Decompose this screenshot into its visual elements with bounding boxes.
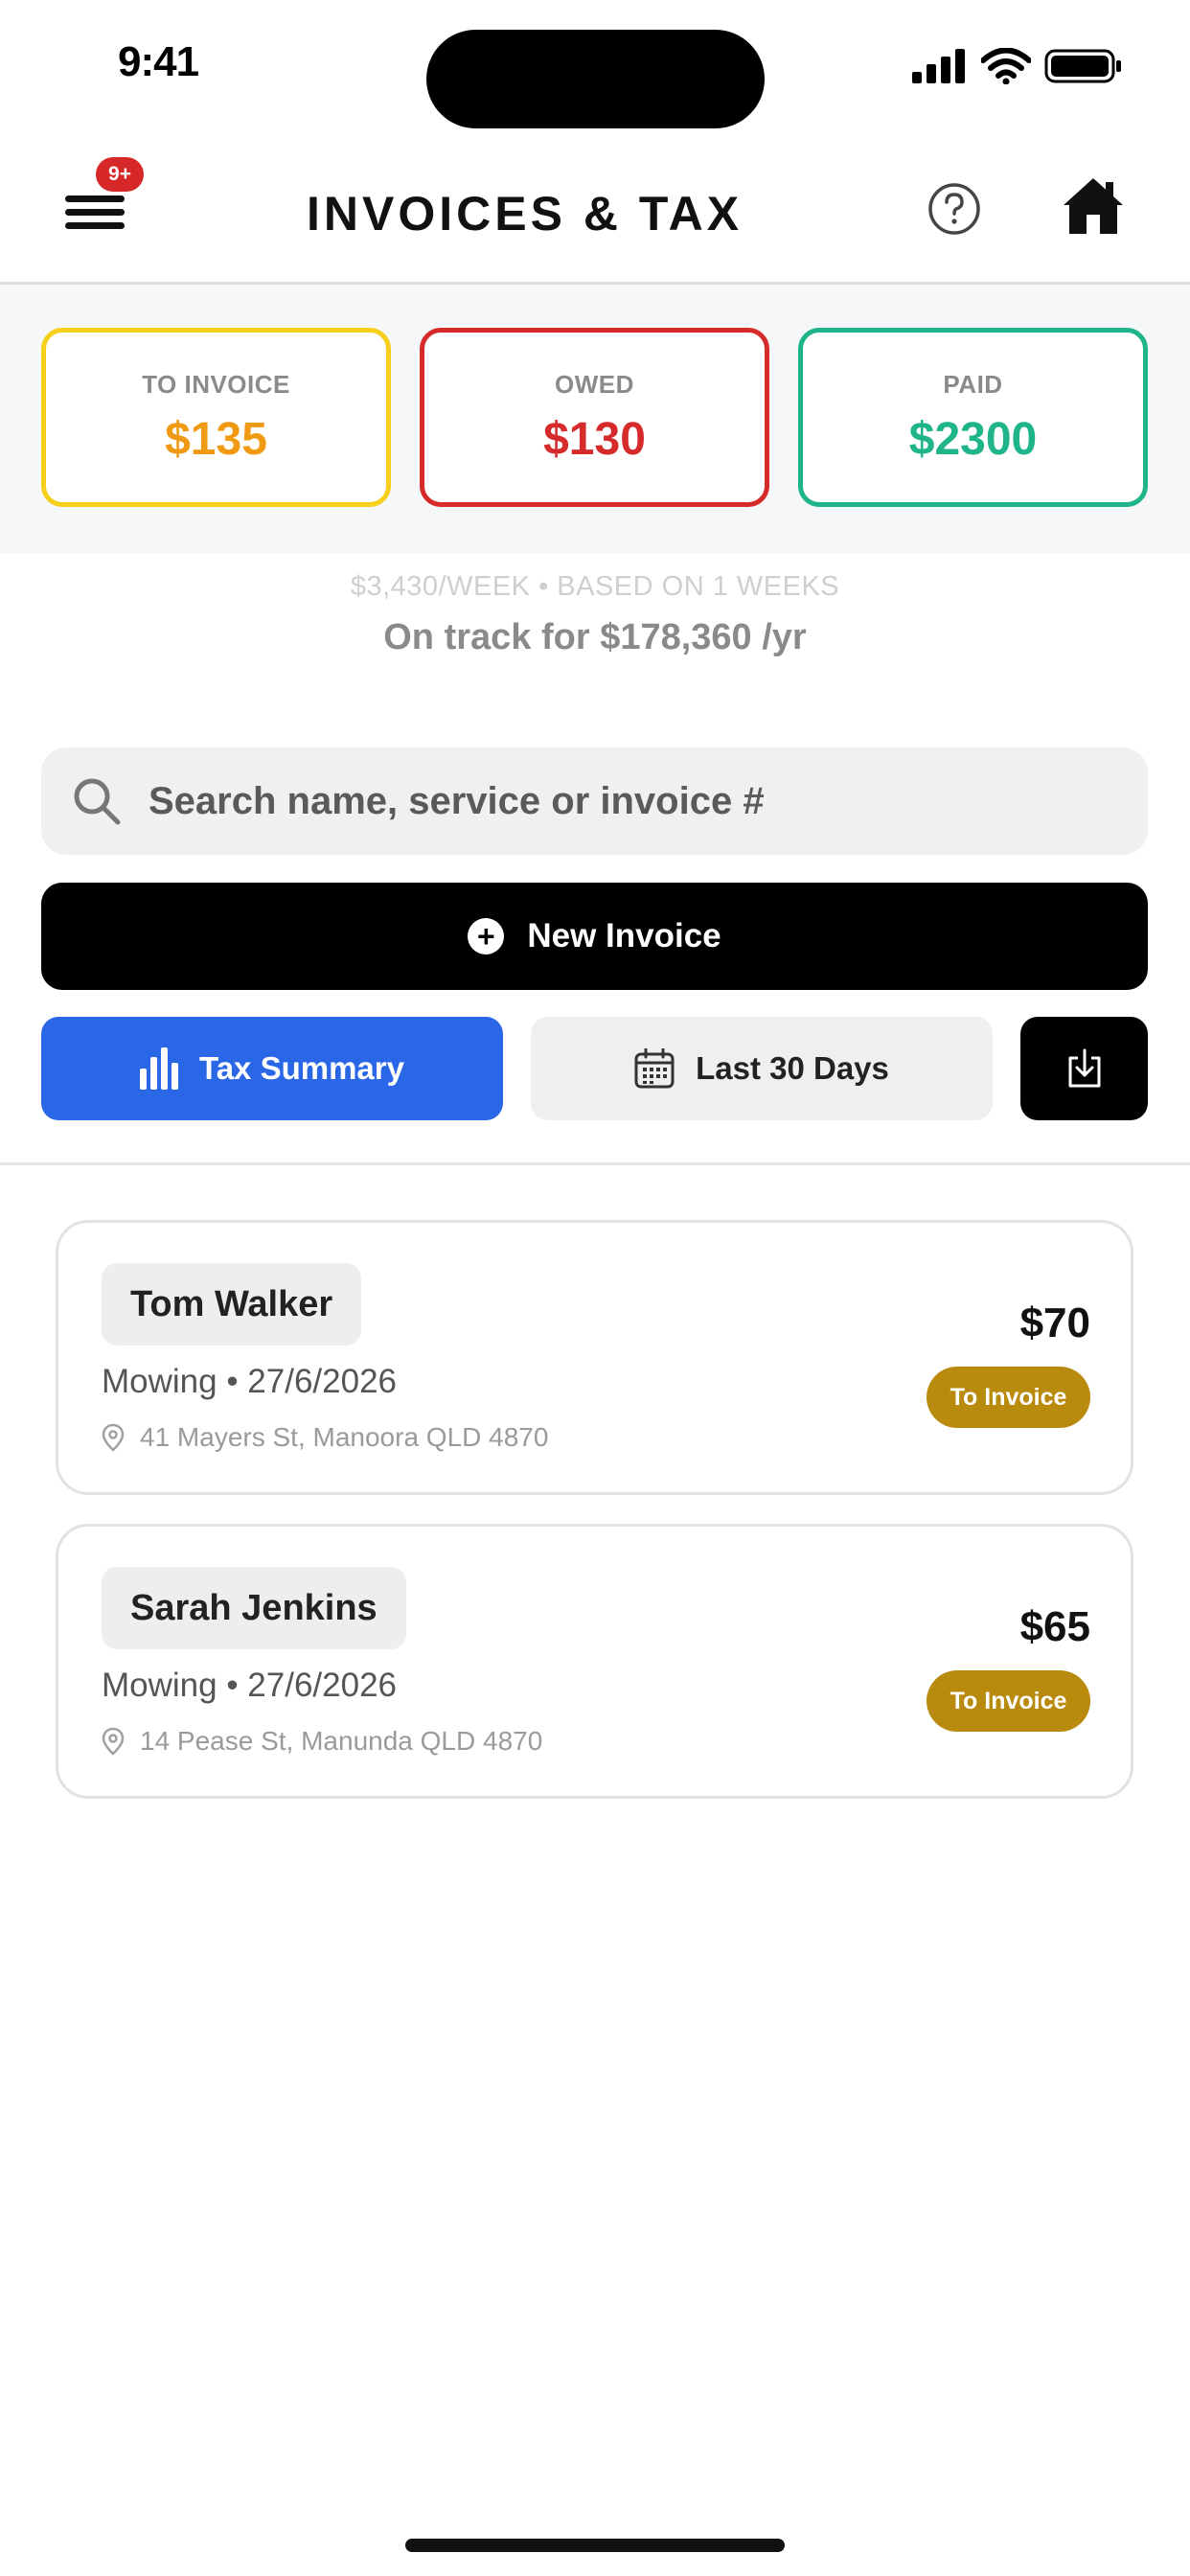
address-row: 14 Pease St, Manunda QLD 4870 — [102, 1726, 542, 1757]
stat-label: PAID — [943, 369, 1003, 399]
location-pin-icon — [102, 1423, 125, 1452]
search-bar[interactable] — [41, 748, 1148, 855]
bar-chart-icon — [140, 1047, 178, 1090]
stat-card-to-invoice[interactable]: TO INVOICE $135 — [41, 328, 391, 507]
status-badge[interactable]: To Invoice — [927, 1670, 1090, 1732]
page-title: INVOICES & TAX — [307, 187, 744, 241]
invoice-card[interactable]: Tom Walker Mowing • 27/6/2026 41 Mayers … — [56, 1220, 1133, 1495]
stat-value: $130 — [543, 413, 646, 465]
export-button[interactable] — [1020, 1017, 1148, 1120]
location-pin-icon — [102, 1727, 125, 1756]
client-name: Tom Walker — [102, 1263, 362, 1346]
dynamic-island — [426, 30, 765, 128]
invoices-screen: 9:41 9+ INVOICES & TAX TO INVOICE $135 O… — [0, 0, 1190, 2576]
stat-value: $135 — [165, 413, 267, 465]
help-circle-icon — [928, 183, 980, 235]
date-range-button[interactable]: Last 30 Days — [531, 1017, 993, 1120]
status-badge[interactable]: To Invoice — [927, 1367, 1090, 1428]
download-icon — [1068, 1048, 1100, 1088]
invoice-card[interactable]: Sarah Jenkins Mowing • 27/6/2026 14 Peas… — [56, 1524, 1133, 1799]
annual-projection-text: On track for $178,360 /yr — [383, 617, 807, 657]
stat-card-owed[interactable]: OWED $130 — [420, 328, 769, 507]
app-header: 9+ INVOICES & TAX — [0, 134, 1190, 285]
notification-badge: 9+ — [96, 157, 144, 192]
home-indicator[interactable] — [405, 2539, 785, 2552]
stat-label: OWED — [555, 369, 634, 399]
help-button[interactable] — [927, 182, 981, 236]
home-button[interactable] — [1060, 172, 1127, 240]
weekly-rate-text: $3,430/WEEK • BASED ON 1 WEEKS — [350, 571, 840, 602]
search-input[interactable] — [149, 779, 1107, 823]
tax-summary-button[interactable]: Tax Summary — [41, 1017, 503, 1120]
cellular-signal-icon — [912, 49, 965, 83]
summary-band: TO INVOICE $135 OWED $130 PAID $2300 — [0, 285, 1190, 553]
service-date: Mowing • 27/6/2026 — [102, 1667, 398, 1704]
status-bar: 9:41 — [0, 0, 1190, 134]
wifi-icon — [981, 48, 1031, 84]
status-icons — [912, 48, 1123, 84]
calendar-icon — [634, 1048, 675, 1089]
stat-label: TO INVOICE — [142, 369, 290, 399]
status-time: 9:41 — [118, 38, 199, 85]
client-name: Sarah Jenkins — [102, 1567, 406, 1649]
address-text: 41 Mayers St, Manoora QLD 4870 — [140, 1422, 549, 1452]
invoice-amount: $65 — [1019, 1603, 1090, 1650]
invoice-amount: $70 — [1019, 1300, 1090, 1346]
tax-summary-label: Tax Summary — [199, 1050, 404, 1086]
stat-card-paid[interactable]: PAID $2300 — [798, 328, 1148, 507]
service-date: Mowing • 27/6/2026 — [102, 1363, 398, 1400]
section-divider — [0, 1162, 1190, 1165]
stat-value: $2300 — [908, 413, 1038, 465]
new-invoice-label: New Invoice — [527, 917, 721, 954]
date-range-label: Last 30 Days — [696, 1050, 889, 1086]
address-text: 14 Pease St, Manunda QLD 4870 — [140, 1726, 543, 1756]
search-icon — [74, 778, 121, 825]
filter-row: Tax Summary Last 30 Days — [41, 1017, 1148, 1120]
new-invoice-button[interactable]: + New Invoice — [41, 883, 1148, 990]
battery-icon — [1044, 49, 1121, 83]
plus-circle-icon: + — [468, 918, 505, 954]
home-icon — [1064, 178, 1123, 234]
address-row: 41 Mayers St, Manoora QLD 4870 — [102, 1422, 548, 1453]
